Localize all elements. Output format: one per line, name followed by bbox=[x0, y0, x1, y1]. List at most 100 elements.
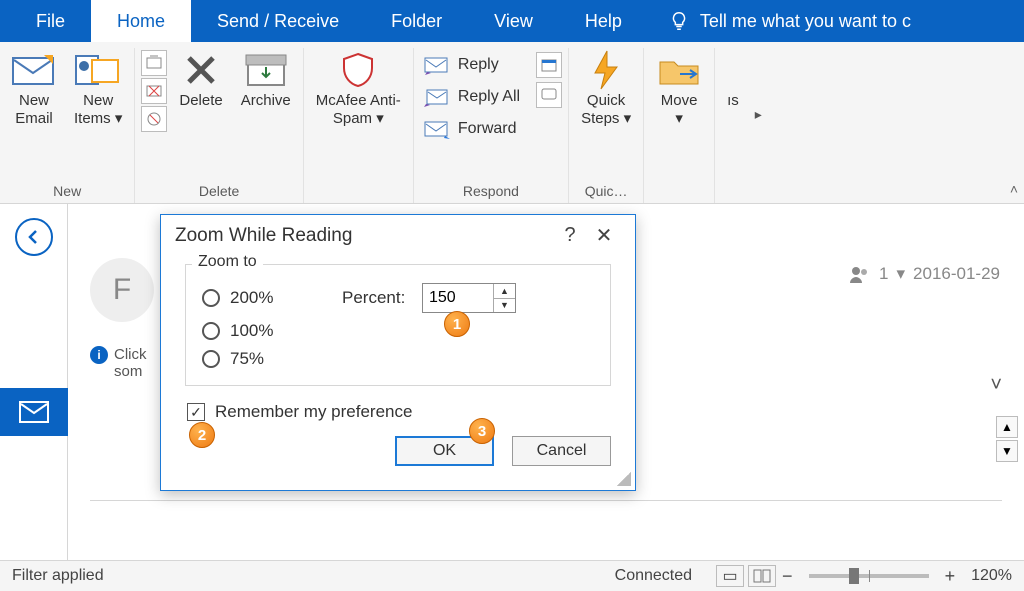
divider bbox=[90, 500, 1002, 501]
move-label: Move ▾ bbox=[661, 92, 698, 128]
new-email-button[interactable]: New Email bbox=[6, 48, 62, 130]
remember-label: Remember my preference bbox=[215, 402, 412, 422]
mcafee-label: McAfee Anti- Spam ▾ bbox=[316, 92, 401, 128]
lightbulb-icon bbox=[668, 10, 690, 32]
view-normal-button[interactable]: ▭ bbox=[716, 565, 744, 587]
ribbon-tabs: File Home Send / Receive Folder View Hel… bbox=[0, 0, 1024, 42]
zoom-out-button[interactable]: − bbox=[776, 566, 799, 587]
message-meta: 1 ▾ 2016-01-29 bbox=[849, 264, 1000, 284]
quick-steps-button[interactable]: Quick Steps ▾ bbox=[575, 48, 637, 130]
ribbon: New Email New Items ▾ New Delete bbox=[0, 42, 1024, 204]
tell-me-text: Tell me what you want to c bbox=[700, 11, 911, 32]
junk-icon[interactable] bbox=[141, 78, 167, 104]
reply-all-label: Reply All bbox=[458, 88, 520, 106]
archive-icon bbox=[244, 50, 288, 90]
view-reading-button[interactable] bbox=[748, 565, 776, 587]
dialog-title: Zoom While Reading bbox=[175, 225, 352, 247]
overflow-button[interactable]: ıs bbox=[721, 48, 745, 112]
dialog-help-button[interactable]: ? bbox=[553, 224, 587, 247]
zoom-75-radio[interactable]: 75% bbox=[202, 349, 342, 369]
tab-file[interactable]: File bbox=[10, 0, 91, 42]
reply-button[interactable]: Reply bbox=[420, 52, 524, 78]
nav-rail bbox=[0, 204, 68, 560]
status-zoom-value: 120% bbox=[971, 567, 1012, 585]
zoom-100-radio[interactable]: 100% bbox=[202, 321, 342, 341]
ribbon-group-move: Move ▾ bbox=[644, 48, 715, 203]
arrow-left-icon bbox=[24, 227, 44, 247]
nav-mail[interactable] bbox=[0, 388, 68, 436]
status-bar: Filter applied Connected ▭ − + 120% bbox=[0, 560, 1024, 591]
ribbon-group-respond: Reply Reply All Forward Respond bbox=[414, 48, 569, 203]
ribbon-group-quicksteps: Quick Steps ▾ Quic… bbox=[569, 48, 644, 203]
zoom-dialog: Zoom While Reading ? ✕ Zoom to 200% Perc… bbox=[160, 214, 636, 491]
spin-down-icon[interactable]: ▼ bbox=[494, 299, 515, 313]
delete-mini-buttons bbox=[141, 48, 167, 132]
zoom-legend: Zoom to bbox=[192, 253, 263, 271]
expand-caret-icon[interactable]: ˅ bbox=[990, 374, 1002, 397]
meeting-icon[interactable] bbox=[536, 52, 562, 78]
status-connected: Connected bbox=[615, 567, 692, 585]
new-items-label: New Items ▾ bbox=[74, 92, 122, 128]
archive-label: Archive bbox=[241, 92, 291, 110]
people-icon bbox=[849, 265, 871, 283]
tab-folder[interactable]: Folder bbox=[365, 0, 468, 42]
ribbon-group-delete: Delete Archive Delete bbox=[135, 48, 303, 203]
back-button[interactable] bbox=[15, 218, 53, 256]
folder-move-icon bbox=[656, 50, 702, 90]
percent-input[interactable] bbox=[423, 284, 493, 312]
delete-button[interactable]: Delete bbox=[173, 48, 228, 112]
ribbon-collapse-icon[interactable]: ˄ bbox=[1010, 181, 1018, 197]
reply-all-button[interactable]: Reply All bbox=[420, 84, 524, 110]
group-label-respond: Respond bbox=[463, 181, 519, 203]
forward-icon bbox=[424, 119, 450, 139]
tab-help[interactable]: Help bbox=[559, 0, 648, 42]
tab-view[interactable]: View bbox=[468, 0, 559, 42]
tab-home[interactable]: Home bbox=[91, 0, 191, 42]
reply-all-icon bbox=[424, 87, 450, 107]
callout-3: 3 bbox=[469, 418, 495, 444]
zoom-200-radio[interactable]: 200% bbox=[202, 288, 342, 308]
forward-label: Forward bbox=[458, 120, 517, 138]
ribbon-group-new: New Email New Items ▾ New bbox=[0, 48, 135, 203]
lightning-icon bbox=[589, 50, 623, 90]
tab-send-receive[interactable]: Send / Receive bbox=[191, 0, 365, 42]
resize-grip-icon[interactable] bbox=[617, 472, 631, 486]
percent-spinner[interactable]: ▲▼ bbox=[422, 283, 516, 313]
avatar: F bbox=[90, 258, 154, 322]
scroll-up-button[interactable]: ▲ bbox=[996, 416, 1018, 438]
mcafee-antispam-button[interactable]: McAfee Anti- Spam ▾ bbox=[310, 48, 407, 130]
spin-up-icon[interactable]: ▲ bbox=[494, 284, 515, 299]
archive-button[interactable]: Archive bbox=[235, 48, 297, 112]
forward-button[interactable]: Forward bbox=[420, 116, 524, 142]
overflow-label: ıs bbox=[727, 92, 739, 110]
reply-label: Reply bbox=[458, 56, 499, 74]
ignore-icon[interactable] bbox=[141, 50, 167, 76]
tell-me-box[interactable]: Tell me what you want to c bbox=[648, 10, 911, 32]
click-text: Click bbox=[114, 346, 147, 363]
zoom-in-button[interactable]: + bbox=[939, 566, 962, 587]
dialog-close-button[interactable]: ✕ bbox=[587, 223, 621, 248]
status-filter: Filter applied bbox=[12, 567, 104, 585]
new-items-button[interactable]: New Items ▾ bbox=[68, 48, 128, 130]
remember-checkbox[interactable]: ✓ bbox=[187, 403, 205, 421]
move-button[interactable]: Move ▾ bbox=[650, 48, 708, 130]
scroll-down-button[interactable]: ▼ bbox=[996, 440, 1018, 462]
cancel-button[interactable]: Cancel bbox=[512, 436, 611, 466]
callout-1: 1 bbox=[444, 311, 470, 337]
overflow-arrow-icon[interactable]: ▸ bbox=[751, 106, 762, 123]
recipient-count: 1 bbox=[879, 264, 888, 284]
shield-icon bbox=[338, 50, 378, 90]
group-label-new: New bbox=[53, 181, 81, 203]
percent-label: Percent: bbox=[342, 288, 422, 308]
delete-x-icon bbox=[181, 50, 221, 90]
new-items-icon bbox=[74, 50, 122, 90]
message-date: 2016-01-29 bbox=[913, 264, 1000, 284]
envelope-icon bbox=[12, 50, 56, 90]
group-label-delete: Delete bbox=[199, 181, 239, 203]
zoom-slider[interactable] bbox=[809, 574, 929, 578]
im-icon[interactable] bbox=[536, 82, 562, 108]
ribbon-group-mcafee: McAfee Anti- Spam ▾ bbox=[304, 48, 414, 203]
cleanup-icon[interactable] bbox=[141, 106, 167, 132]
quick-steps-label: Quick Steps ▾ bbox=[581, 92, 631, 128]
som-text: som bbox=[114, 363, 142, 380]
